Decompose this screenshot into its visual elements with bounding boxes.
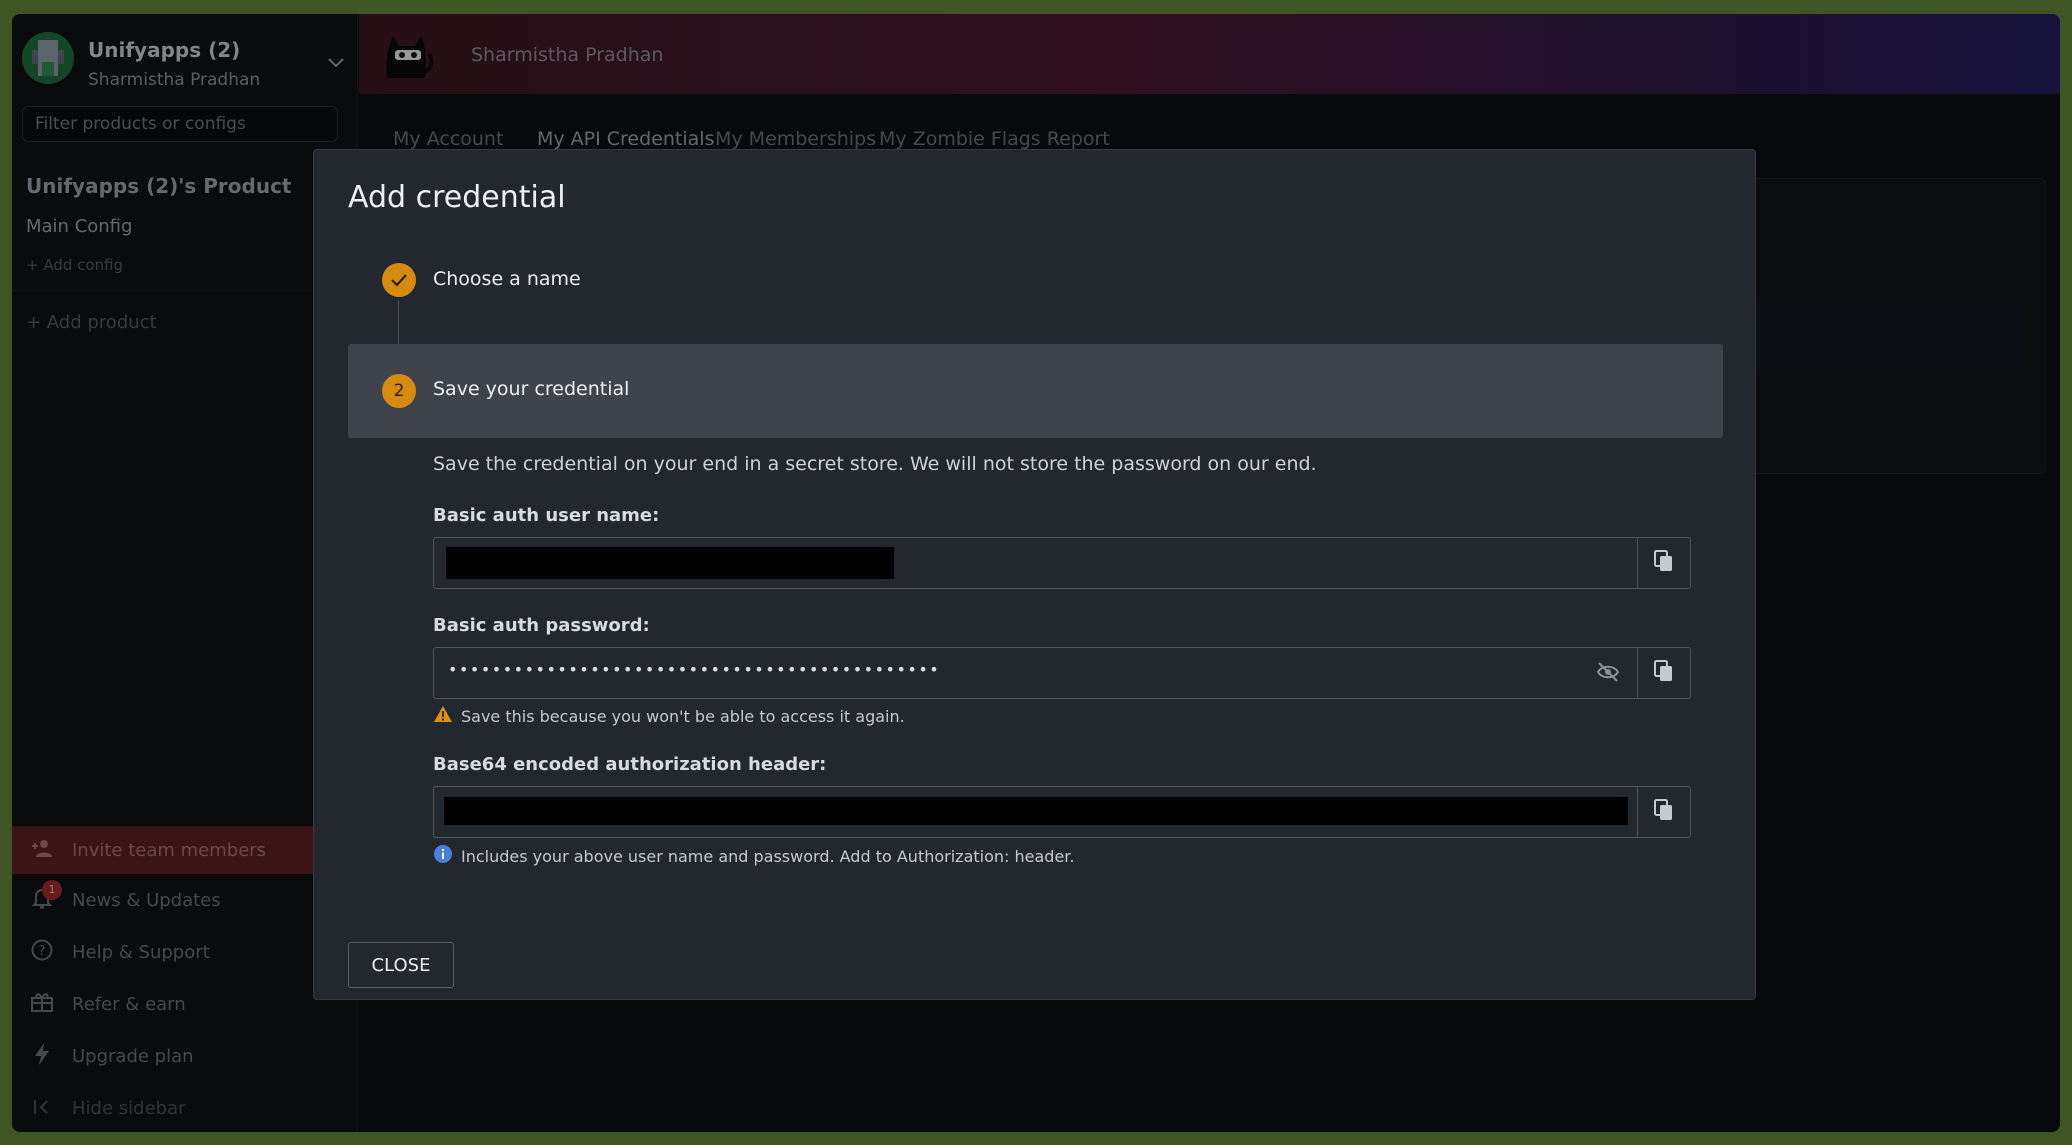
app-window: Unifyapps (2) Sharmistha Pradhan Unifyap… — [12, 14, 2060, 1132]
copy-auth-header-button[interactable] — [1638, 787, 1690, 837]
eye-off-icon[interactable] — [1596, 661, 1620, 687]
auth-header-value[interactable] — [434, 787, 1638, 837]
step-2-header: 2 Save your credential — [348, 344, 1723, 438]
step-complete-check-icon — [382, 263, 416, 297]
password-label: Basic auth password: — [433, 615, 650, 636]
username-field[interactable] — [433, 537, 1691, 589]
step-2-label: Save your credential — [433, 378, 630, 400]
username-label: Basic auth user name: — [433, 505, 660, 526]
copy-password-button[interactable] — [1638, 648, 1690, 698]
password-masked: ••••••••••••••••••••••••••••••••••••••••… — [448, 660, 941, 679]
step-2-number: 2 — [382, 374, 416, 408]
copy-icon — [1654, 799, 1674, 825]
redacted-value — [444, 797, 1628, 825]
info-icon — [433, 844, 453, 868]
close-button[interactable]: CLOSE — [348, 942, 454, 988]
password-field[interactable]: ••••••••••••••••••••••••••••••••••••••••… — [433, 647, 1691, 699]
auth-header-label: Base64 encoded authorization header: — [433, 754, 827, 775]
add-credential-dialog: Add credential Choose a name 2 Save your… — [313, 149, 1756, 1000]
dialog-title: Add credential — [348, 180, 566, 215]
auth-header-hint: Includes your above user name and passwo… — [433, 844, 1074, 868]
step-1-label[interactable]: Choose a name — [433, 268, 581, 290]
warning-icon — [433, 705, 453, 727]
copy-username-button[interactable] — [1638, 538, 1690, 588]
password-value[interactable]: ••••••••••••••••••••••••••••••••••••••••… — [434, 648, 1638, 698]
password-warning-text: Save this because you won't be able to a… — [461, 706, 905, 726]
redacted-value — [446, 547, 894, 579]
copy-icon — [1654, 550, 1674, 576]
copy-icon — [1654, 660, 1674, 686]
auth-header-field[interactable] — [433, 786, 1691, 838]
username-value[interactable] — [434, 538, 1638, 588]
password-warning: Save this because you won't be able to a… — [433, 705, 905, 727]
step-description: Save the credential on your end in a sec… — [433, 453, 1317, 475]
auth-header-hint-text: Includes your above user name and passwo… — [461, 846, 1075, 866]
